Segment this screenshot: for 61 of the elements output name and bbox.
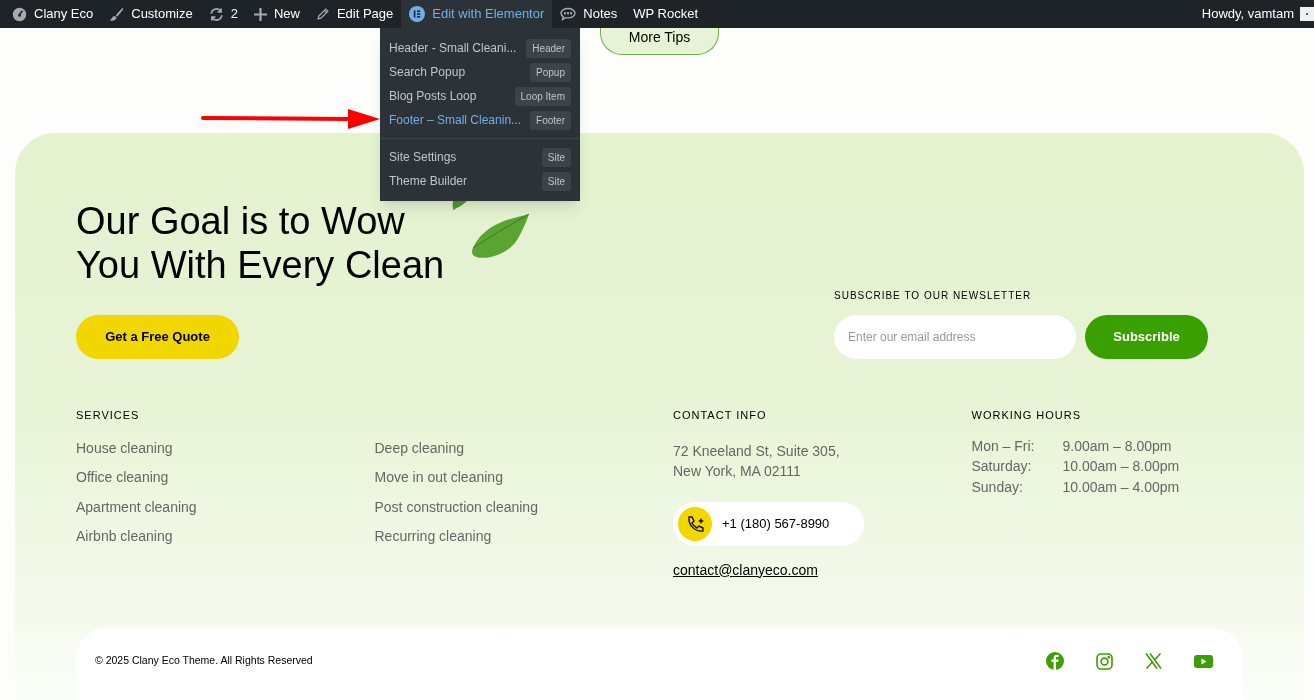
tag-label: Site bbox=[541, 147, 571, 167]
hours-text: 10.00am – 4.00pm bbox=[1062, 477, 1180, 497]
toolbar-link[interactable]: Customize bbox=[101, 0, 201, 28]
email-link[interactable]: contact@clanyeco.com bbox=[673, 559, 818, 581]
toolbar-link[interactable]: WP Rocket bbox=[625, 0, 707, 28]
tag-label: Footer bbox=[530, 110, 571, 130]
instagram-icon[interactable] bbox=[1096, 652, 1113, 670]
toolbar-link[interactable]: 2 bbox=[200, 0, 246, 28]
account-link[interactable]: Howdy, vamtam bbox=[1193, 0, 1314, 28]
newsletter-title: SUBSCRIBE TO OUR NEWSLETTER bbox=[834, 289, 1033, 303]
address-line: 72 Kneeland St, Suite 305, bbox=[673, 441, 840, 461]
service-link[interactable]: Deep cleaning bbox=[374, 437, 673, 458]
toolbar-link[interactable]: New bbox=[245, 0, 308, 28]
heading-line: You With Every Clean bbox=[76, 243, 445, 287]
tag-label: Popup bbox=[530, 62, 571, 82]
menu-item-label: Blog Posts Loop bbox=[389, 88, 477, 105]
toolbar-link[interactable]: Clany Eco bbox=[4, 0, 102, 28]
toolbar-link[interactable]: Edit with Elementor bbox=[401, 0, 553, 28]
quote-button[interactable]: Get a Free Quote bbox=[76, 315, 239, 359]
toolbar-link[interactable]: Edit Page bbox=[307, 0, 402, 28]
address-line: New York, MA 02111 bbox=[673, 461, 802, 481]
menu-item-label: Header - Small Cleani... bbox=[389, 40, 517, 57]
toolbar-link[interactable]: Notes bbox=[552, 0, 626, 28]
more-tips-button[interactable]: More Tips bbox=[600, 28, 719, 55]
day-label: Mon – Fri: bbox=[971, 436, 1036, 456]
phone-number[interactable]: +1 (180) 567-8990 bbox=[722, 513, 830, 534]
copyright-text: © 2025 Clany Eco Theme. All Rights Reserved bbox=[95, 653, 313, 669]
email-field[interactable]: Enter our email address bbox=[834, 315, 1076, 359]
tag-label: Loop Item bbox=[514, 86, 571, 106]
menu-item-label: Theme Builder bbox=[389, 173, 468, 190]
avatar-icon bbox=[1300, 7, 1314, 21]
service-link[interactable]: House cleaning bbox=[76, 437, 375, 458]
hours-title: WORKING HOURS bbox=[971, 408, 1083, 423]
service-link[interactable]: Move in out cleaning bbox=[374, 467, 673, 488]
service-link[interactable]: Post construction cleaning bbox=[374, 496, 673, 517]
day-label: Sunday: bbox=[971, 477, 1024, 497]
service-link[interactable]: Apartment cleaning bbox=[76, 496, 375, 517]
heading-line: Our Goal is to Wow bbox=[76, 199, 406, 243]
menu-item-label: Site Settings bbox=[389, 149, 457, 166]
plus-icon bbox=[253, 7, 267, 21]
services-title: SERVICES bbox=[76, 408, 141, 423]
hours-text: 10.00am – 8.00pm bbox=[1062, 457, 1180, 476]
menu-item-label: Footer – Small Cleanin... bbox=[389, 112, 522, 129]
phone-icon bbox=[678, 506, 712, 541]
contact-title: CONTACT INFO bbox=[673, 408, 767, 423]
day-label: Saturday: bbox=[971, 457, 1033, 476]
pencil-icon bbox=[315, 7, 330, 21]
hours-text: 9.00am – 8.00pm bbox=[1062, 436, 1172, 456]
gauge-icon bbox=[12, 6, 27, 22]
facebook-icon[interactable] bbox=[1046, 652, 1064, 670]
tag-label: Header bbox=[526, 38, 571, 58]
brush-icon bbox=[109, 6, 125, 22]
video-play-icon[interactable] bbox=[1194, 654, 1213, 668]
refresh-icon bbox=[208, 6, 224, 22]
service-link[interactable]: Recurring cleaning bbox=[374, 526, 673, 547]
service-link[interactable]: Office cleaning bbox=[76, 467, 375, 488]
tag-label: Site bbox=[541, 171, 571, 191]
x-icon[interactable] bbox=[1145, 653, 1162, 669]
speech-bubble-icon bbox=[560, 7, 577, 21]
service-link[interactable]: Airbnb cleaning bbox=[76, 526, 375, 547]
menu-item-label: Search Popup bbox=[389, 64, 466, 81]
